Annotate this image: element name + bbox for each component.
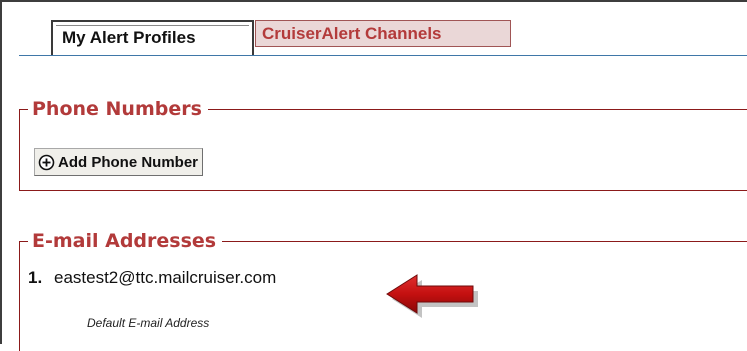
add-phone-number-label: Add Phone Number	[58, 153, 199, 171]
plus-circle-icon	[38, 154, 55, 171]
email-list-item[interactable]: 1. eastest2@ttc.mailcruiser.com	[28, 268, 276, 288]
tab-label: My Alert Profiles	[62, 28, 196, 47]
tab-label: CruiserAlert Channels	[262, 24, 442, 43]
default-email-label: Default E-mail Address	[87, 316, 210, 330]
red-arrow-icon	[383, 273, 481, 319]
tab-cruiseralert-channels[interactable]: CruiserAlert Channels	[255, 20, 511, 47]
add-phone-number-button[interactable]: Add Phone Number	[34, 148, 204, 176]
email-addresses-heading: E-mail Addresses	[28, 229, 223, 253]
email-address: eastest2@ttc.mailcruiser.com	[54, 268, 277, 287]
phone-numbers-heading: Phone Numbers	[28, 97, 208, 121]
tab-my-alert-profiles[interactable]: My Alert Profiles	[51, 20, 254, 55]
tab-baseline	[19, 55, 747, 56]
phone-numbers-section: Phone Numbers Add Phone Number	[19, 97, 747, 191]
email-index: 1.	[28, 268, 43, 287]
